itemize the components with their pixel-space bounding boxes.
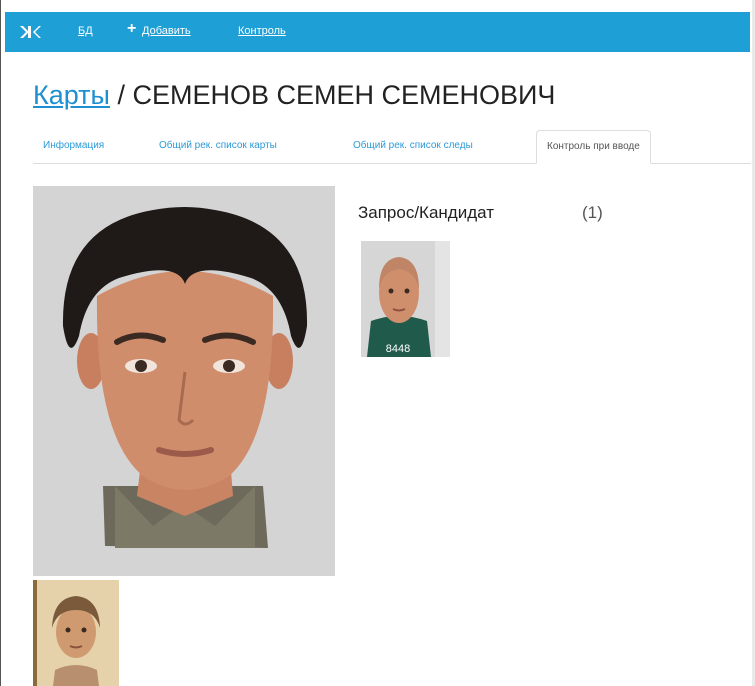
- candidate-photo: [361, 241, 450, 357]
- tab-input-control[interactable]: Контроль при вводе: [536, 130, 651, 164]
- tab-common-list-traces[interactable]: Общий рек. список следы: [343, 130, 483, 162]
- nav-link-add[interactable]: Добавить: [142, 25, 191, 37]
- page-title: Карты / СЕМЕНОВ СЕМЕН СЕМЕНОВИЧ: [33, 80, 555, 111]
- query-candidate-heading: Запрос/Кандидат: [358, 203, 495, 222]
- nav-link-control[interactable]: Контроль: [238, 25, 286, 37]
- nav-link-db[interactable]: БД: [78, 25, 93, 37]
- xk-logo-icon[interactable]: [19, 23, 41, 41]
- breadcrumb-separator: /: [109, 80, 133, 110]
- tab-bar: Информация Общий рек. список карты Общий…: [33, 130, 751, 164]
- tab-information[interactable]: Информация: [33, 130, 114, 162]
- portrait-illustration: [33, 186, 335, 576]
- plus-icon: +: [127, 20, 137, 37]
- breadcrumb-cards-link[interactable]: Карты: [33, 80, 110, 110]
- candidate-count: (1): [582, 203, 603, 222]
- candidate-card[interactable]: 8448: [361, 241, 450, 357]
- candidate-id-label: 8448: [385, 343, 411, 355]
- main-portrait-photo[interactable]: [33, 186, 335, 576]
- thumbnail-illustration: [33, 580, 119, 686]
- original-photo-thumbnail[interactable]: [33, 580, 119, 686]
- top-navbar: БД + Добавить Контроль: [5, 12, 750, 52]
- tab-common-list-cards[interactable]: Общий рек. список карты: [149, 130, 287, 162]
- record-name: СЕМЕНОВ СЕМЕН СЕМЕНОВИЧ: [132, 80, 556, 110]
- window-left-border: [0, 0, 1, 686]
